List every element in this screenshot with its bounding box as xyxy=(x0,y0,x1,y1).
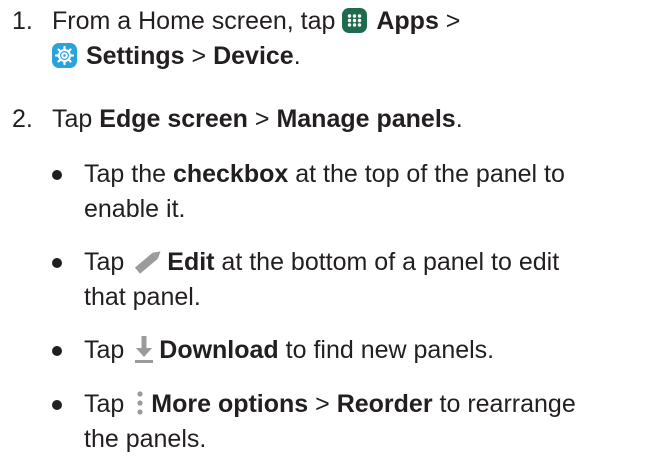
apps-icon xyxy=(342,8,368,33)
settings-label: Settings xyxy=(85,42,185,70)
reorder-label: Reorder xyxy=(336,390,433,418)
bullet-dot xyxy=(52,346,62,356)
bullet-text: Tap the checkbox at the top of the panel… xyxy=(84,160,565,223)
bullet-text: Tap More options > Reorder to rearrange … xyxy=(84,389,576,453)
bullet-dot xyxy=(52,170,62,180)
edit-label: Edit xyxy=(167,248,215,276)
bullet-text: Tap Edit at the bottom of a panel to edi… xyxy=(84,247,560,311)
download-icon xyxy=(133,334,155,364)
download-label: Download xyxy=(159,336,279,364)
pencil-icon xyxy=(133,247,165,275)
step-text: From a Home screen, tap Apps > Settings … xyxy=(52,7,461,70)
device-label: Device xyxy=(213,42,294,70)
manage-panels-label: Manage panels xyxy=(276,105,456,133)
bullet-dot xyxy=(52,258,62,268)
settings-icon xyxy=(52,43,77,68)
more-options-icon xyxy=(133,389,147,417)
step-number: 1. xyxy=(12,7,33,35)
step-text: Tap Edge screen > Manage panels. xyxy=(52,105,463,133)
edge-screen-label: Edge screen xyxy=(99,105,248,133)
checkbox-label: checkbox xyxy=(172,160,289,188)
more-options-label: More options xyxy=(151,390,309,418)
bullet-dot xyxy=(52,400,62,410)
step-number: 2. xyxy=(12,105,33,133)
bullet-text: Tap Download to find new panels. xyxy=(84,334,495,364)
apps-label: Apps xyxy=(376,7,439,35)
